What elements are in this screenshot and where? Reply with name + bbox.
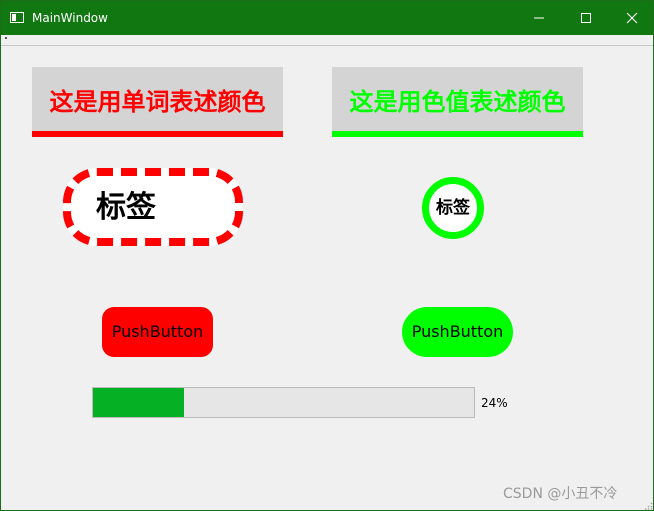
resize-grip-icon[interactable] <box>645 502 653 510</box>
progress-bar <box>92 387 475 418</box>
progress-fill <box>93 388 184 417</box>
circle-border-label: 标签 <box>422 177 484 239</box>
window-title: MainWindow <box>32 11 108 25</box>
minimize-icon <box>534 17 544 19</box>
close-icon <box>626 12 638 24</box>
maximize-button[interactable] <box>563 1 609 35</box>
green-push-button[interactable]: PushButton <box>402 307 513 357</box>
hex-color-label: 这是用色值表述颜色 <box>332 67 583 137</box>
dashed-label-text: 标签 <box>96 190 156 225</box>
red-push-button[interactable]: PushButton <box>102 307 213 357</box>
circle-label-text: 标签 <box>436 198 470 218</box>
menu-bar-handle <box>5 37 7 39</box>
dashed-border-label: 标签 <box>63 168 243 246</box>
close-button[interactable] <box>609 1 654 35</box>
title-bar[interactable]: MainWindow <box>1 1 653 35</box>
main-window: MainWindow 这是用单词表述颜色 这是用色值表述颜色 标签 标签 Pus… <box>0 0 654 511</box>
maximize-icon <box>581 13 591 23</box>
word-color-label: 这是用单词表述颜色 <box>32 67 283 137</box>
watermark: CSDN @小丑不冷 <box>503 486 618 502</box>
app-window-icon <box>10 12 24 23</box>
minimize-button[interactable] <box>516 1 562 35</box>
menu-bar <box>1 35 653 46</box>
progress-percent: 24% <box>481 396 508 410</box>
